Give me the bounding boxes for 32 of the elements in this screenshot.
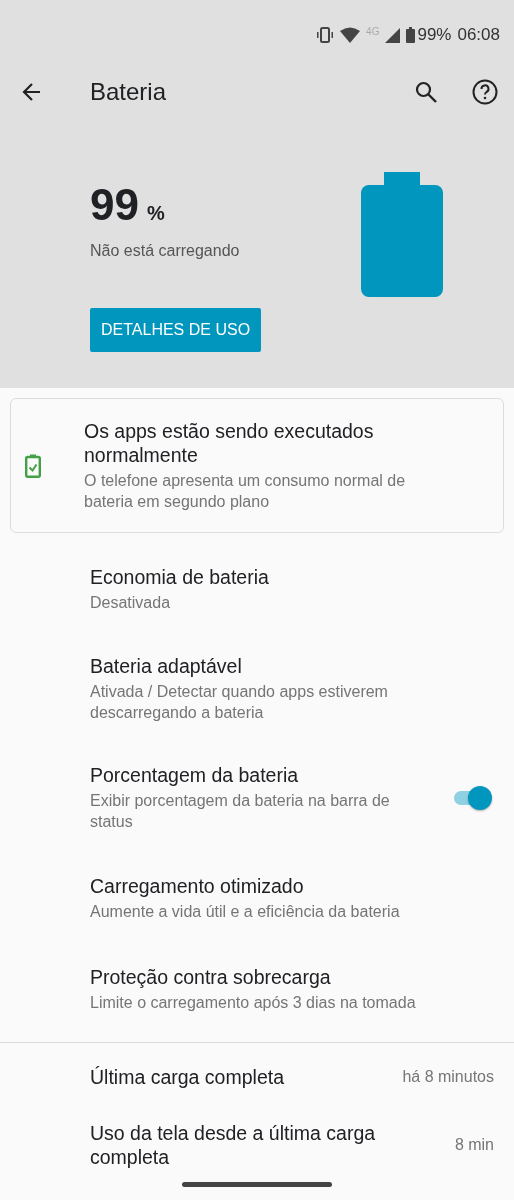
help-button[interactable]	[472, 79, 498, 105]
usage-value: há 8 minutos	[402, 1068, 494, 1086]
setting-summary: Aumente a vida útil e a eficiência da bateria	[90, 901, 401, 922]
percent-unit: %	[146, 202, 165, 225]
navigation-handle[interactable]	[182, 1182, 332, 1187]
setting-summary: Limite o carregamento após 3 dias na tomada	[90, 992, 417, 1013]
status-card[interactable]: Os apps estão sendo executados normalmente O telefone apresenta um consumo normal de bateria em segundo plano	[10, 398, 504, 533]
usage-value: 8 min	[454, 1136, 494, 1154]
card-description: O telefone apresenta um consumo normal de bateria em segundo plano	[84, 471, 407, 512]
setting-title[interactable]: Bateria adaptável	[90, 654, 492, 678]
setting-title[interactable]: Economia de bateria	[90, 564, 492, 589]
setting-title[interactable]: Porcentagem da bateria	[90, 763, 454, 787]
card-title: Os apps estão sendo executados normalmente	[84, 419, 375, 467]
usage-label: Última carga completa	[90, 1065, 285, 1089]
signal-icon	[385, 27, 401, 43]
toggle-switch[interactable]	[454, 785, 492, 810]
battery-check-icon	[25, 453, 41, 478]
setting-summary: Exibir porcentagem da bateria na barra de status	[90, 791, 391, 832]
setting-title[interactable]: Proteção contra sobrecarga	[90, 964, 492, 989]
vibrate-icon	[316, 27, 335, 43]
setting-title[interactable]: Carregamento otimizado	[90, 873, 492, 898]
search-button[interactable]	[414, 80, 438, 104]
usage-label: Uso da tela desde a última carga completa	[90, 1121, 377, 1169]
charging-status: Não está carregando	[90, 242, 241, 260]
battery-percentage: 99	[90, 180, 139, 230]
battery-icon	[406, 27, 416, 43]
clock: 06:08	[457, 25, 500, 45]
wifi-icon	[340, 27, 361, 43]
battery-percent: 99%	[417, 25, 452, 45]
setting-summary: Ativada / Detectar quando apps estiverem descarregando a bateria	[90, 682, 389, 723]
page-title: Bateria	[90, 78, 168, 106]
setting-summary: Desativada	[90, 592, 172, 613]
